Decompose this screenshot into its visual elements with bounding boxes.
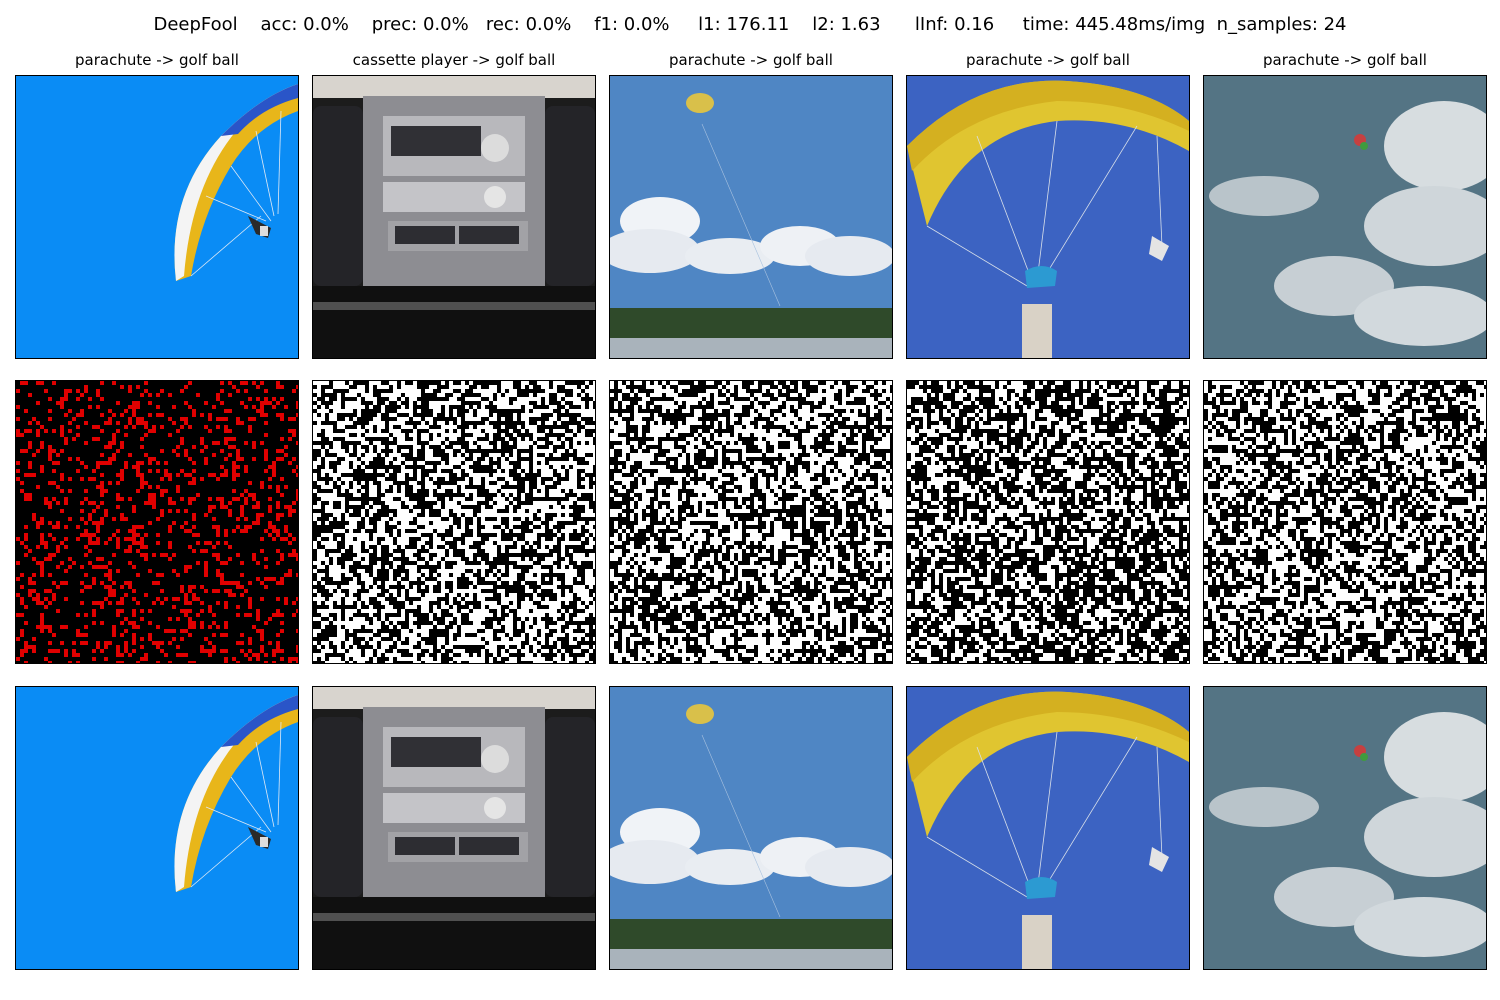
figure-title: DeepFool acc: 0.0% prec: 0.0% rec: 0.0% … [153,14,1347,35]
noise-grid-4 [907,381,1189,663]
noise-grid-5 [1204,381,1486,663]
adversarial-image-clouds [1203,686,1487,970]
column-title-2: cassette player -> golf ball [352,51,556,69]
adversarial-image-parasail [609,686,893,970]
column-title-3: parachute -> golf ball [669,51,833,69]
column-title-1: parachute -> golf ball [75,51,239,69]
adversarial-image-skydive [906,686,1190,970]
perturbation-map-5 [1203,380,1487,664]
column-title-5: parachute -> golf ball [1263,51,1427,69]
adversarial-image-paraglider [15,686,299,970]
perturbation-map-4 [906,380,1190,664]
original-image-stereo [312,75,596,359]
original-image-skydive [906,75,1190,359]
perturbation-map-3 [609,380,893,664]
noise-grid-3 [610,381,892,663]
original-image-paraglider [15,75,299,359]
noise-grid-2 [313,381,595,663]
perturbation-map-1 [15,380,299,664]
original-image-clouds [1203,75,1487,359]
adversarial-image-stereo [312,686,596,970]
perturbation-map-2 [312,380,596,664]
noise-grid-1 [16,381,298,663]
original-image-parasail [609,75,893,359]
column-title-4: parachute -> golf ball [966,51,1130,69]
